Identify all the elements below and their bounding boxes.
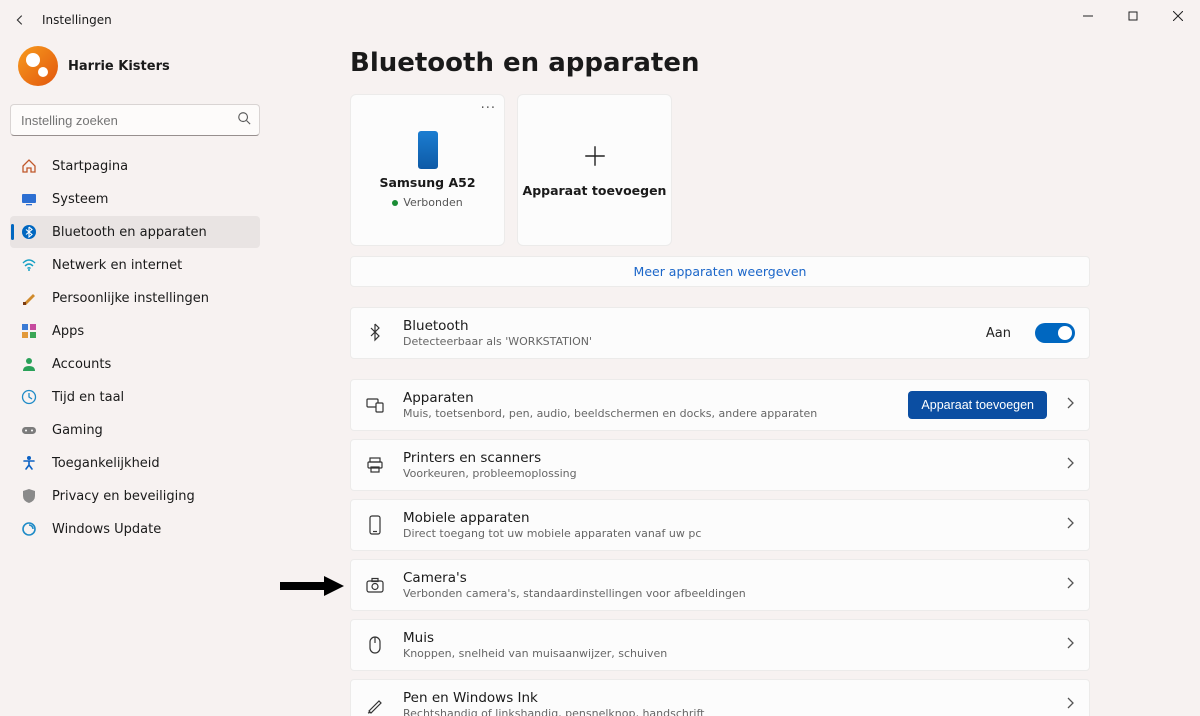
bluetooth-sub: Detecteerbaar als 'WORKSTATION' — [403, 335, 968, 348]
chevron-right-icon — [1065, 517, 1075, 533]
search-wrap — [10, 104, 260, 136]
camera-icon — [365, 577, 385, 593]
add-device-button[interactable]: Apparaat toevoegen — [908, 391, 1047, 419]
sidebar-item-privacy-en-beveiliging[interactable]: Privacy en beveiliging — [10, 480, 260, 512]
search-input[interactable] — [10, 104, 260, 136]
accounts-icon — [20, 355, 38, 373]
system-icon — [20, 190, 38, 208]
sidebar-item-label: Bluetooth en apparaten — [52, 225, 207, 240]
row-printers-en-scanners[interactable]: Printers en scanners Voorkeuren, problee… — [350, 439, 1090, 491]
sidebar-item-bluetooth-en-apparaten[interactable]: Bluetooth en apparaten — [10, 216, 260, 248]
sidebar-item-tijd-en-taal[interactable]: Tijd en taal — [10, 381, 260, 413]
pen-icon — [365, 696, 385, 714]
bluetooth-icon — [20, 223, 38, 241]
row-title: Camera's — [403, 570, 1047, 586]
row-title: Apparaten — [403, 390, 890, 406]
window-close-button[interactable] — [1155, 0, 1200, 32]
sidebar-item-label: Gaming — [52, 423, 103, 438]
sidebar-item-label: Netwerk en internet — [52, 258, 182, 273]
sidebar-item-netwerk-en-internet[interactable]: Netwerk en internet — [10, 249, 260, 281]
user-profile[interactable]: Harrie Kisters — [10, 40, 260, 98]
row-sub: Muis, toetsenbord, pen, audio, beeldsche… — [403, 407, 890, 420]
status-dot-icon — [392, 200, 398, 206]
back-button[interactable] — [12, 12, 28, 28]
row-sub: Knoppen, snelheid van muisaanwijzer, sch… — [403, 647, 1047, 660]
device-more-button[interactable]: ··· — [481, 101, 496, 116]
gaming-icon — [20, 421, 38, 439]
row-pen-en-windows-ink[interactable]: Pen en Windows Ink Rechtshandig of links… — [350, 679, 1090, 716]
chevron-right-icon — [1065, 637, 1075, 653]
row-sub: Direct toegang tot uw mobiele apparaten … — [403, 527, 1047, 540]
chevron-right-icon — [1065, 397, 1075, 413]
apps-icon — [20, 322, 38, 340]
bluetooth-outline-icon — [365, 323, 385, 343]
row-sub: Verbonden camera's, standaardinstellinge… — [403, 587, 1047, 600]
sidebar-item-toegankelijkheid[interactable]: Toegankelijkheid — [10, 447, 260, 479]
windows-update-icon — [20, 520, 38, 538]
bluetooth-toggle[interactable] — [1035, 323, 1075, 343]
row-mobiele-apparaten[interactable]: Mobiele apparaten Direct toegang tot uw … — [350, 499, 1090, 551]
window-maximize-button[interactable] — [1110, 0, 1155, 32]
more-devices-link[interactable]: Meer apparaten weergeven — [350, 256, 1090, 287]
chevron-right-icon — [1065, 577, 1075, 593]
bluetooth-toggle-label: Aan — [986, 326, 1011, 341]
app-title: Instellingen — [42, 13, 112, 27]
privacy-icon — [20, 487, 38, 505]
sidebar-item-label: Accounts — [52, 357, 111, 372]
row-sub: Rechtshandig of linkshandig, pensnelknop… — [403, 707, 1047, 716]
plus-icon — [582, 143, 608, 169]
sidebar-item-startpagina[interactable]: Startpagina — [10, 150, 260, 182]
sidebar-item-label: Privacy en beveiliging — [52, 489, 195, 504]
time-language-icon — [20, 388, 38, 406]
personalization-icon — [20, 289, 38, 307]
device-status-text: Verbonden — [403, 196, 462, 209]
page-title: Bluetooth en apparaten — [350, 48, 1090, 78]
mobile-icon — [365, 515, 385, 535]
sidebar-item-label: Persoonlijke instellingen — [52, 291, 209, 306]
row-title: Printers en scanners — [403, 450, 1047, 466]
sidebar-item-accounts[interactable]: Accounts — [10, 348, 260, 380]
bluetooth-panel: Bluetooth Detecteerbaar als 'WORKSTATION… — [350, 307, 1090, 359]
device-name: Samsung A52 — [379, 175, 475, 190]
mouse-icon — [365, 635, 385, 655]
sidebar-item-systeem[interactable]: Systeem — [10, 183, 260, 215]
row-cameras[interactable]: Camera's Verbonden camera's, standaardin… — [350, 559, 1090, 611]
home-icon — [20, 157, 38, 175]
row-title: Pen en Windows Ink — [403, 690, 1047, 706]
row-sub: Voorkeuren, probleemoplossing — [403, 467, 1047, 480]
search-icon — [237, 111, 251, 129]
chevron-right-icon — [1065, 697, 1075, 713]
row-apparaten[interactable]: Apparaten Muis, toetsenbord, pen, audio,… — [350, 379, 1090, 431]
accessibility-icon — [20, 454, 38, 472]
bluetooth-title: Bluetooth — [403, 318, 968, 334]
devices-icon — [365, 396, 385, 414]
device-card[interactable]: ··· Samsung A52 Verbonden — [350, 94, 505, 246]
sidebar-item-label: Startpagina — [52, 159, 128, 174]
sidebar-item-label: Tijd en taal — [52, 390, 124, 405]
sidebar-item-persoonlijke-instellingen[interactable]: Persoonlijke instellingen — [10, 282, 260, 314]
sidebar-item-label: Systeem — [52, 192, 108, 207]
avatar — [18, 46, 58, 86]
sidebar: Harrie Kisters Startpagina Systeem Bluet… — [0, 40, 270, 716]
chevron-right-icon — [1065, 457, 1075, 473]
sidebar-item-apps[interactable]: Apps — [10, 315, 260, 347]
sidebar-item-label: Apps — [52, 324, 84, 339]
wifi-icon — [20, 256, 38, 274]
printer-icon — [365, 456, 385, 474]
main-content: Bluetooth en apparaten ··· Samsung A52 V… — [270, 40, 1200, 716]
window-minimize-button[interactable] — [1065, 0, 1110, 32]
sidebar-item-label: Windows Update — [52, 522, 161, 537]
device-phone-icon — [418, 131, 438, 169]
sidebar-item-label: Toegankelijkheid — [52, 456, 160, 471]
add-device-label: Apparaat toevoegen — [523, 183, 667, 198]
sidebar-item-gaming[interactable]: Gaming — [10, 414, 260, 446]
row-title: Muis — [403, 630, 1047, 646]
user-name: Harrie Kisters — [68, 59, 170, 74]
row-muis[interactable]: Muis Knoppen, snelheid van muisaanwijzer… — [350, 619, 1090, 671]
sidebar-item-windows-update[interactable]: Windows Update — [10, 513, 260, 545]
device-status: Verbonden — [392, 196, 462, 209]
add-device-card[interactable]: Apparaat toevoegen — [517, 94, 672, 246]
row-title: Mobiele apparaten — [403, 510, 1047, 526]
